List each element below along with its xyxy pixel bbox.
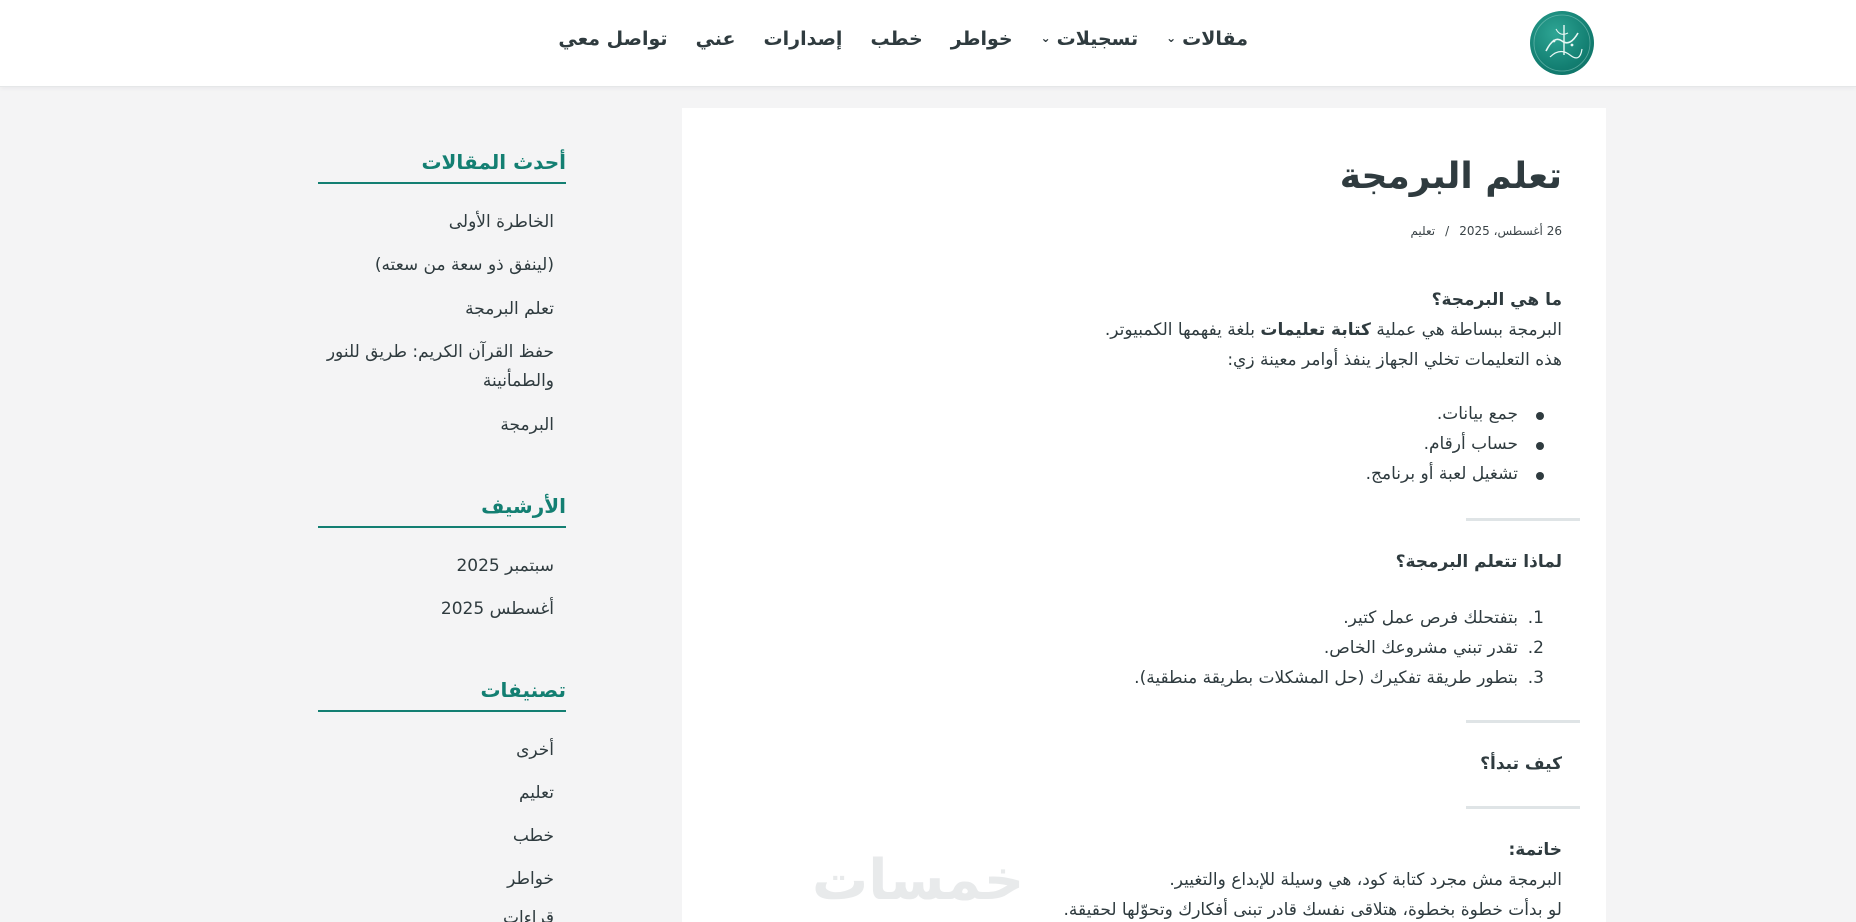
main-navigation: مقالات ⌄ تسجيلات ⌄ خواطر خطب إصدارات عني… [558,28,1248,50]
bullet-icon [1536,472,1544,480]
widget-title-latest: أحدث المقالات [318,150,566,184]
sidebar-link-post[interactable]: (لينفق ذو سعة من سعته) [318,251,554,280]
sidebar-link-category[interactable]: أخرى [318,736,554,765]
bullet-icon [1536,412,1544,420]
nav-label: تواصل معي [558,28,668,50]
section-heading-how: كيف تبدأ؟ [1480,754,1562,774]
article-category-link[interactable]: تعليم [1410,224,1435,238]
nav-item-publications[interactable]: إصدارات [764,28,843,50]
sidebar-link-post[interactable]: البرمجة [318,411,554,440]
site-logo[interactable] [1530,11,1594,75]
watermark-logo: خمسات [812,848,1025,913]
paragraph: البرمجة مش مجرد كتابة كود، هي وسيلة للإب… [1169,870,1562,890]
divider [1466,518,1580,521]
nav-item-thoughts[interactable]: خواطر [951,28,1013,50]
article-card: تعلم البرمجة 26 أغسطس، 2025 / تعليم ما ه… [682,108,1606,922]
sidebar-link-post[interactable]: الخاطرة الأولى [318,208,554,237]
paragraph: البرمجة ببساطة هي عملية كتابة تعليمات بل… [1105,320,1562,340]
sidebar-link-category[interactable]: خطب [318,822,554,851]
nav-item-contact[interactable]: تواصل معي [558,28,667,50]
list-item: حساب أرقام. [1423,434,1518,454]
list-item: جمع بيانات. [1436,404,1518,424]
list-number: 1. [1527,608,1544,628]
sidebar-link-category[interactable]: تعليم [318,779,554,808]
nav-label: تسجيلات [1056,28,1139,50]
paragraph: لو بدأت خطوة بخطوة، هتلاقى نفسك قادر تبن… [1063,900,1563,920]
list-item: تشغيل لعبة أو برنامج. [1365,464,1518,484]
list-item: تقدر تبني مشروعك الخاص. [1323,638,1518,658]
nav-item-about[interactable]: عني [696,28,736,50]
nav-label: إصدارات [763,28,843,50]
text-run: البرمجة ببساطة هي عملية [1370,320,1562,340]
sidebar-link-post[interactable]: تعلم البرمجة [318,295,554,324]
section-heading-what: ما هي البرمجة؟ [1431,290,1562,310]
meta-separator: / [1445,224,1450,238]
calligraphy-logo-icon [1533,14,1591,72]
sidebar-link-archive[interactable]: سبتمبر 2025 [318,552,554,581]
section-heading-why: لماذا تتعلم البرمجة؟ [1395,552,1562,572]
sidebar-link-category[interactable]: خواطر [318,865,554,894]
article-meta: 26 أغسطس، 2025 / تعليم [1410,224,1562,238]
nav-label: مقالات [1182,28,1248,50]
nav-item-recordings[interactable]: تسجيلات ⌄ [1041,28,1139,50]
divider [1466,720,1580,723]
nav-label: عني [695,28,736,50]
section-heading-conclusion: خاتمة: [1508,840,1562,860]
nav-label: خطب [870,28,923,50]
list-number: 3. [1527,668,1544,688]
sidebar-link-category[interactable]: قراءات [318,904,554,922]
bullet-icon [1536,442,1544,450]
nav-label: خواطر [950,28,1013,50]
article-title: تعلم البرمجة [1339,156,1562,197]
site-header: مقالات ⌄ تسجيلات ⌄ خواطر خطب إصدارات عني… [0,0,1856,87]
list-item: بتطور طريقة تفكيرك (حل المشكلات بطريقة م… [1134,668,1518,688]
text-run: بلغة يفهمها الكمبيوتر. [1104,320,1261,340]
article-date[interactable]: 26 أغسطس، 2025 [1459,224,1562,238]
sidebar-link-post[interactable]: حفظ القرآن الكريم: طريق للنور والطمأنينة [318,338,554,396]
widget-title-archive: الأرشيف [318,494,566,528]
paragraph: هذه التعليمات تخلي الجهاز ينفذ أوامر معي… [1227,350,1562,370]
list-number: 2. [1527,638,1544,658]
bold-text: كتابة تعليمات [1260,320,1371,340]
divider [1466,806,1580,809]
widget-title-categories: تصنيفات [318,678,566,712]
chevron-down-icon: ⌄ [1040,31,1051,45]
nav-item-sermons[interactable]: خطب [870,28,922,50]
nav-item-articles[interactable]: مقالات ⌄ [1166,28,1248,50]
list-item: بتفتحلك فرص عمل كتير. [1343,608,1518,628]
sidebar-link-archive[interactable]: أغسطس 2025 [318,595,554,624]
chevron-down-icon: ⌄ [1166,31,1177,45]
